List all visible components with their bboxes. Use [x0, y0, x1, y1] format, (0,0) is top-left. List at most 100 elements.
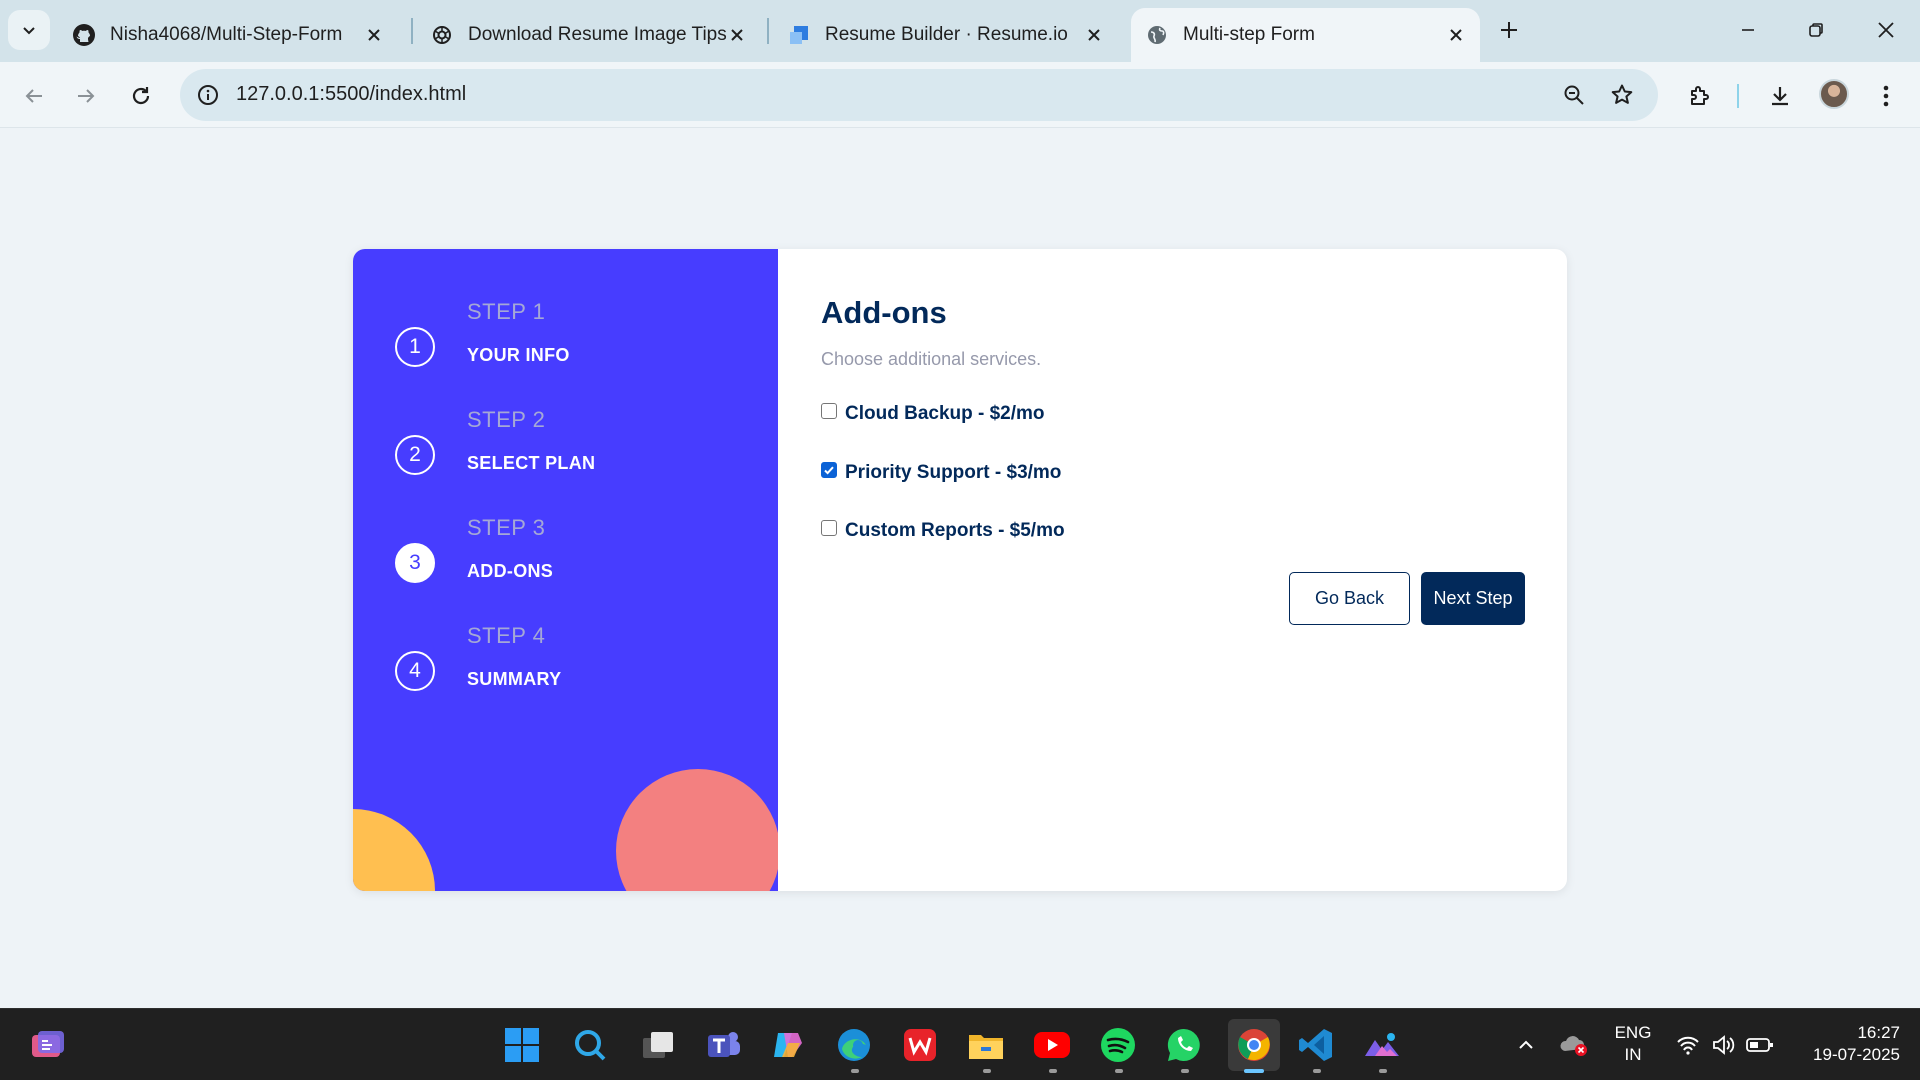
close-window-button[interactable]	[1864, 12, 1908, 48]
tab-title: Multi-step Form	[1183, 24, 1315, 45]
minimize-icon	[1742, 29, 1754, 31]
copilot-icon[interactable]	[766, 1023, 810, 1067]
tab-resume-tips[interactable]: Download Resume Image Tips	[416, 8, 761, 62]
step-label: STEP 4	[467, 623, 546, 648]
addon-checkbox[interactable]	[821, 520, 837, 536]
tab-separator	[767, 18, 769, 44]
addon-custom-reports[interactable]: Custom Reports - $5/mo	[821, 520, 1065, 542]
globe-icon	[1145, 23, 1169, 47]
browser-toolbar: 127.0.0.1:5500/index.html	[0, 62, 1920, 128]
reload-button[interactable]	[121, 76, 161, 116]
youtube-icon[interactable]	[1030, 1023, 1074, 1067]
vscode-icon[interactable]	[1294, 1023, 1338, 1067]
step-item-4[interactable]: 4 STEP 4 SUMMARY	[395, 623, 735, 713]
back-button[interactable]	[14, 76, 54, 116]
url-text: 127.0.0.1:5500/index.html	[236, 83, 467, 105]
onedrive-error-icon[interactable]	[1554, 1023, 1594, 1067]
addon-checkbox[interactable]	[821, 462, 837, 478]
address-bar[interactable]: 127.0.0.1:5500/index.html	[180, 69, 1658, 121]
tab-search-button[interactable]	[8, 10, 50, 50]
battery-icon[interactable]	[1740, 1023, 1780, 1067]
new-tab-button[interactable]	[1493, 14, 1525, 46]
chevron-down-icon	[23, 27, 35, 35]
restore-icon	[1809, 23, 1823, 37]
chrome-icon[interactable]	[1228, 1019, 1280, 1071]
teams-icon[interactable]	[702, 1023, 746, 1067]
resumeio-icon	[787, 23, 811, 47]
go-back-button[interactable]: Go Back	[1289, 572, 1410, 625]
running-indicator	[1244, 1069, 1264, 1073]
steps-sidebar: 1 STEP 1 YOUR INFO 2 STEP 2 SELECT PLAN …	[353, 249, 778, 891]
close-icon[interactable]	[1084, 25, 1104, 45]
close-icon	[1878, 22, 1894, 38]
tab-title: Download Resume Image Tips	[468, 24, 727, 45]
language-indicator[interactable]: ENG IN	[1608, 1022, 1658, 1066]
spotify-icon[interactable]	[1096, 1023, 1140, 1067]
form-card: 1 STEP 1 YOUR INFO 2 STEP 2 SELECT PLAN …	[353, 249, 1567, 891]
start-icon[interactable]	[500, 1023, 544, 1067]
decorative-circle-orange	[353, 809, 435, 891]
step-number: 2	[395, 435, 435, 475]
close-icon[interactable]	[727, 25, 747, 45]
clock-date: 19-07-2025	[1813, 1045, 1900, 1064]
addon-priority-support[interactable]: Priority Support - $3/mo	[821, 462, 1061, 484]
next-step-button[interactable]: Next Step	[1421, 572, 1525, 625]
menu-kebab-icon[interactable]	[1866, 76, 1906, 116]
tab-github[interactable]: Nisha4068/Multi-Step-Form	[58, 8, 398, 62]
search-icon[interactable]	[568, 1023, 612, 1067]
addon-cloud-backup[interactable]: Cloud Backup - $2/mo	[821, 403, 1045, 425]
wps-icon[interactable]	[898, 1023, 942, 1067]
task-view-icon[interactable]	[636, 1023, 680, 1067]
tab-title: Resume Builder · Resume.io	[825, 24, 1068, 45]
checkmark-icon	[824, 466, 834, 475]
step-label: STEP 3	[467, 515, 546, 540]
close-icon[interactable]	[1446, 25, 1466, 45]
addon-label: Custom Reports - $5/mo	[845, 520, 1065, 541]
region-text: IN	[1624, 1045, 1642, 1064]
widgets-icon[interactable]	[26, 1023, 70, 1067]
bookmark-star-icon[interactable]	[1608, 81, 1636, 109]
extensions-icon[interactable]	[1680, 76, 1720, 116]
plus-icon	[1501, 22, 1517, 38]
step-number: 1	[395, 327, 435, 367]
clock[interactable]: 16:27 19-07-2025	[1786, 1022, 1900, 1066]
language-text: ENG	[1614, 1023, 1652, 1042]
step-title: SELECT PLAN	[467, 453, 596, 473]
zoom-icon[interactable]	[1560, 81, 1588, 109]
downloads-icon[interactable]	[1760, 76, 1800, 116]
tab-multi-step-form[interactable]: Multi-step Form	[1131, 8, 1480, 62]
close-icon[interactable]	[364, 25, 384, 45]
addon-checkbox[interactable]	[821, 403, 837, 419]
wifi-icon[interactable]	[1668, 1023, 1708, 1067]
tab-title: Nisha4068/Multi-Step-Form	[110, 24, 343, 45]
restore-button[interactable]	[1794, 12, 1838, 48]
step-item-3[interactable]: 3 STEP 3 ADD-ONS	[395, 515, 735, 605]
page-subtitle: Choose additional services.	[821, 349, 1042, 369]
edge-icon[interactable]	[832, 1023, 876, 1067]
running-indicator	[1115, 1069, 1123, 1073]
openai-icon	[430, 23, 454, 47]
site-info-icon[interactable]	[194, 81, 222, 109]
chevron-up-icon[interactable]	[1506, 1023, 1546, 1067]
minimize-button[interactable]	[1726, 12, 1770, 48]
step-item-1[interactable]: 1 STEP 1 YOUR INFO	[395, 299, 735, 389]
step-title: YOUR INFO	[467, 345, 570, 365]
page-title: Add-ons	[821, 295, 947, 330]
whatsapp-icon[interactable]	[1162, 1023, 1206, 1067]
file-explorer-icon[interactable]	[964, 1023, 1008, 1067]
clock-time: 16:27	[1857, 1023, 1900, 1042]
running-indicator	[1379, 1069, 1387, 1073]
profile-avatar[interactable]	[1819, 79, 1849, 109]
step-label: STEP 2	[467, 407, 546, 432]
step-item-2[interactable]: 2 STEP 2 SELECT PLAN	[395, 407, 735, 497]
tab-resume-builder[interactable]: Resume Builder · Resume.io	[773, 8, 1118, 62]
running-indicator	[851, 1069, 859, 1073]
github-icon	[72, 23, 96, 47]
step-number: 4	[395, 651, 435, 691]
form-content: Add-ons Choose additional services. Clou…	[778, 249, 1567, 891]
step-label: STEP 1	[467, 299, 546, 324]
photos-icon[interactable]	[1360, 1023, 1404, 1067]
volume-icon[interactable]	[1704, 1023, 1744, 1067]
browser-tab-bar: Nisha4068/Multi-Step-Form Download Resum…	[0, 0, 1920, 62]
forward-button[interactable]	[66, 76, 106, 116]
